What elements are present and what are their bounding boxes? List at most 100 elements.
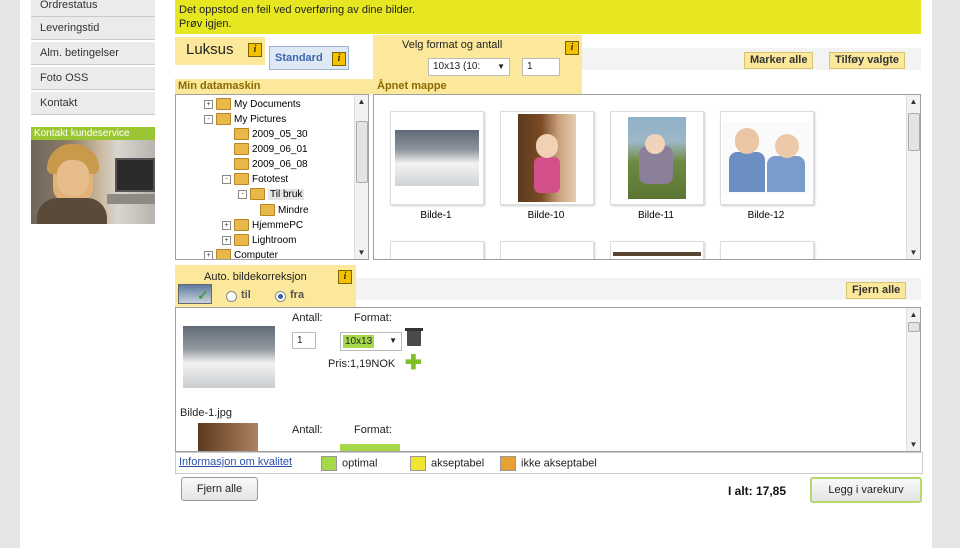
tree-item-label: My Documents [234, 99, 301, 110]
folder-tree-scrollbar[interactable]: ▲ ▼ [354, 95, 368, 259]
quality-info-link[interactable]: Informasjon om kvalitet [179, 456, 292, 468]
thumbnail-grid-scrollbar[interactable]: ▲ ▼ [906, 95, 920, 259]
order-thumbnail [198, 423, 258, 451]
nav-item-leveringstid[interactable]: Leveringstid [31, 17, 155, 40]
tree-item[interactable]: + My Documents [204, 97, 301, 112]
total-price: I alt: 17,85 [728, 484, 787, 498]
autocorrect-off-radio[interactable] [275, 291, 286, 302]
legend-acceptable: akseptabel [410, 456, 484, 471]
nav-item-label: Kontakt [40, 97, 78, 109]
legend-optimal: optimal [321, 456, 377, 471]
add-selected-button[interactable]: Tilføy valgte [829, 52, 905, 69]
autocorrect-off-label: fra [290, 289, 305, 301]
folder-icon [216, 113, 231, 126]
tree-item[interactable]: + HjemmePC [222, 218, 303, 233]
nav-item-label: Ordrestatus [40, 0, 98, 11]
child-face-shape [775, 134, 799, 158]
remove-all-top-button[interactable]: Fjern alle [846, 282, 907, 299]
expand-icon[interactable]: + [222, 235, 231, 245]
tree-item[interactable]: 2009_06_01 [234, 142, 308, 157]
order-format-value: 10x13 [343, 335, 375, 348]
folder-icon [234, 173, 249, 186]
desk-shape [107, 194, 155, 204]
thumbnail[interactable] [610, 241, 704, 259]
trash-icon[interactable] [407, 330, 421, 346]
scroll-down-icon[interactable]: ▼ [907, 246, 920, 259]
expand-icon[interactable]: + [204, 99, 213, 109]
monitor-shape [115, 158, 155, 192]
tree-item-label: Til bruk [268, 189, 305, 200]
tab-standard-label: Standard [275, 52, 323, 64]
tree-item[interactable]: + Lightroom [222, 233, 296, 248]
tree-item[interactable]: - Fototest [222, 172, 288, 187]
checkmark-icon: ✓ [197, 287, 209, 303]
order-quantity-input[interactable]: 1 [292, 332, 316, 349]
thumbnail[interactable] [720, 111, 814, 205]
tree-item[interactable]: - My Pictures [204, 112, 286, 127]
scroll-up-icon[interactable]: ▲ [907, 308, 920, 321]
scroll-thumb[interactable] [908, 322, 920, 332]
info-icon[interactable]: i [248, 43, 262, 57]
tree-item[interactable]: + Computer [204, 248, 278, 259]
info-icon[interactable]: i [565, 41, 579, 55]
tree-item-label: Mindre [278, 205, 309, 216]
scroll-thumb[interactable] [908, 113, 920, 151]
add-to-cart-button[interactable]: Legg i varekurv [810, 477, 922, 503]
add-copy-icon[interactable]: ✚ [405, 353, 422, 373]
legend-swatch-acceptable [410, 456, 426, 471]
error-line-1: Det oppstod en feil ved overføring av di… [179, 4, 416, 16]
expand-icon[interactable]: + [222, 220, 231, 230]
nav-item-kontakt[interactable]: Kontakt [31, 92, 155, 115]
tree-item[interactable]: - Til bruk [238, 187, 305, 202]
tree-item-label: Fototest [252, 174, 289, 185]
order-list-scrollbar[interactable]: ▲ ▼ [906, 308, 920, 451]
tree-item[interactable]: 2009_06_08 [234, 157, 308, 172]
child-face-shape [645, 134, 665, 154]
tree-item[interactable]: 2009_05_30 [234, 127, 308, 142]
autocorrect-on-radio[interactable] [226, 291, 237, 302]
quantity-input[interactable]: 1 [522, 58, 560, 76]
thumbnail[interactable] [390, 241, 484, 259]
collapse-icon[interactable]: - [222, 174, 231, 184]
scroll-down-icon[interactable]: ▼ [355, 246, 368, 259]
folder-tree[interactable]: + My Documents - My Pictures 2009_05_30 2009_… [175, 94, 369, 260]
thumbnail-caption: Bilde-12 [747, 210, 785, 221]
mark-all-button[interactable]: Marker alle [744, 52, 814, 69]
format-label: Format: [354, 312, 392, 324]
order-format-select[interactable]: 10x13 ▼ [340, 332, 402, 351]
format-panel: Velg format og antall i 10x13 (10: ▼ 1 [373, 35, 582, 82]
expand-icon[interactable]: + [204, 250, 213, 259]
thumbnail[interactable] [500, 241, 594, 259]
child-clothes-shape [767, 156, 805, 192]
nav-item-betingelser[interactable]: Alm. betingelser [31, 42, 155, 65]
info-icon[interactable]: i [332, 52, 346, 66]
collapse-icon[interactable]: - [204, 114, 213, 124]
format-select[interactable]: 10x13 (10: ▼ [428, 58, 510, 76]
scroll-up-icon[interactable]: ▲ [355, 95, 368, 108]
contact-service-photo[interactable] [31, 140, 155, 224]
format-select-value: 10x13 (10: [433, 61, 481, 72]
scroll-down-icon[interactable]: ▼ [907, 438, 920, 451]
remove-all-button[interactable]: Fjern alle [181, 477, 258, 501]
order-toolbar-strip [356, 278, 921, 300]
tree-item[interactable]: Mindre [260, 203, 309, 218]
tab-standard[interactable]: Standard i [269, 46, 349, 70]
child-clothes-shape [729, 152, 765, 192]
scroll-up-icon[interactable]: ▲ [907, 95, 920, 108]
thumbnail[interactable] [500, 111, 594, 205]
nav-item-ordrestatus[interactable]: Ordrestatus [31, 0, 155, 17]
collapse-icon[interactable]: - [238, 189, 247, 199]
thumbnail[interactable] [720, 241, 814, 259]
scroll-thumb[interactable] [356, 121, 368, 183]
order-format-select[interactable] [340, 444, 400, 451]
thumbnail[interactable] [610, 111, 704, 205]
nav-item-foto-oss[interactable]: Foto OSS [31, 67, 155, 90]
thumbnail-caption: Bilde-1 [420, 210, 452, 221]
contact-service-label[interactable]: Kontakt kundeservice [31, 127, 155, 140]
opened-folder-header-label: Åpnet mappe [377, 80, 447, 92]
autocorrect-on-label: til [241, 289, 251, 301]
tab-luksus[interactable]: Luksus i [175, 37, 265, 65]
thumbnail[interactable] [390, 111, 484, 205]
info-icon[interactable]: i [338, 270, 352, 284]
error-message: Det oppstod en feil ved overføring av di… [175, 0, 921, 34]
